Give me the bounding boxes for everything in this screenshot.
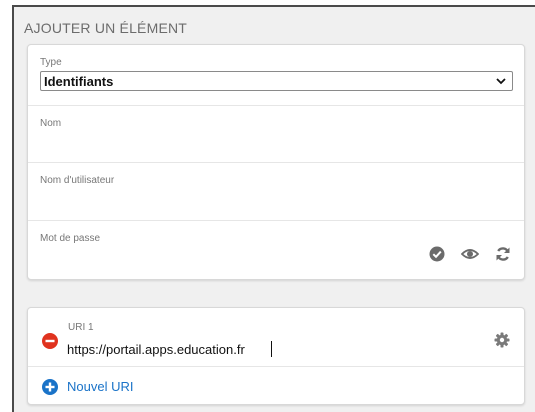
username-field[interactable]: Nom d'utilisateur	[28, 162, 524, 221]
uri-label: URI 1	[68, 322, 94, 333]
minus-circle-icon[interactable]	[42, 333, 58, 349]
uri-card: URI 1 Nouvel URI	[27, 307, 525, 405]
name-label: Nom	[40, 118, 62, 129]
add-uri-button[interactable]: Nouvel URI	[28, 366, 524, 407]
section-title: AJOUTER UN ÉLÉMENT	[24, 20, 188, 36]
text-caret	[271, 341, 272, 357]
password-label: Mot de passe	[40, 233, 101, 244]
plus-circle-icon	[42, 379, 58, 395]
chevron-down-icon	[495, 73, 507, 89]
password-actions	[428, 245, 512, 263]
type-label: Type	[40, 57, 62, 68]
type-select[interactable]: Identifiants	[40, 71, 513, 91]
add-uri-label: Nouvel URI	[67, 379, 134, 394]
gear-icon[interactable]	[494, 332, 510, 348]
uri-input[interactable]	[67, 340, 287, 358]
refresh-icon[interactable]	[494, 245, 512, 263]
name-field[interactable]: Nom	[28, 105, 524, 163]
item-details-card: Type Identifiants Nom Nom d'utilisateur …	[27, 44, 525, 280]
check-circle-icon[interactable]	[428, 245, 446, 263]
username-label: Nom d'utilisateur	[40, 175, 115, 186]
type-field: Type Identifiants	[28, 45, 524, 105]
eye-icon[interactable]	[461, 245, 479, 263]
type-select-value: Identifiants	[44, 74, 114, 89]
